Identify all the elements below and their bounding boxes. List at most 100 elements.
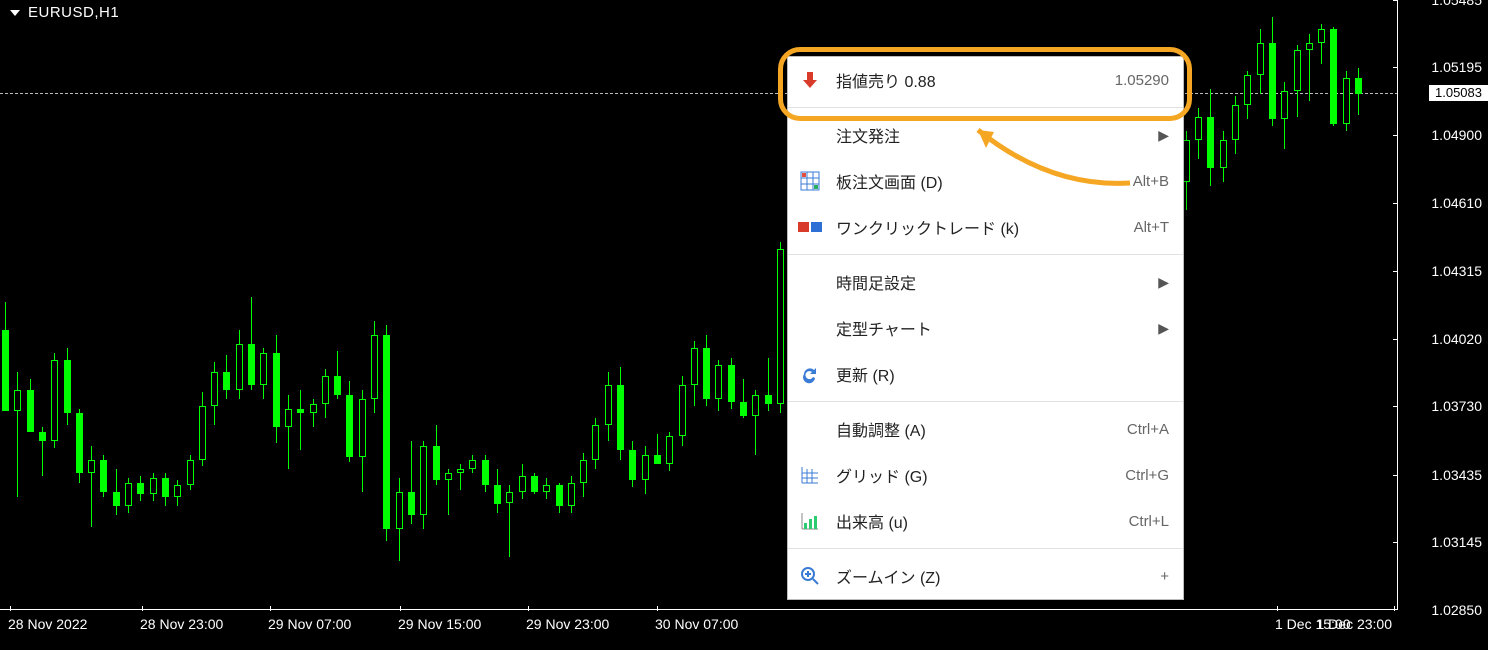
candle: [1195, 108, 1201, 159]
price-axis: 1.054851.051951.049001.046101.043151.040…: [1397, 0, 1488, 650]
menu-shortcut: 1.05290: [1115, 72, 1169, 89]
menu-label: 自動調整 (A): [836, 417, 1115, 441]
candle: [39, 427, 45, 476]
candle: [199, 392, 205, 466]
menu-shortcut: Ctrl+G: [1125, 467, 1169, 484]
candle: [100, 455, 106, 497]
menu-separator: [788, 401, 1183, 402]
menu-label: 出来高 (u): [836, 509, 1117, 533]
candle: [543, 478, 549, 499]
chevron-right-icon: ▶: [1158, 320, 1169, 337]
candle: [531, 473, 537, 494]
chevron-down-icon: [10, 10, 20, 16]
candle: [359, 390, 365, 492]
candle: [371, 321, 377, 414]
candle: [445, 469, 451, 515]
menu-item-sell-limit[interactable]: 指値売り 0.88 1.05290: [788, 57, 1183, 103]
candle: [1257, 29, 1263, 94]
price-tick: 1.03435: [1431, 467, 1482, 483]
candle: [482, 455, 488, 492]
menu-item-grid[interactable]: グリッド (G) Ctrl+G: [788, 452, 1183, 498]
candle: [1318, 24, 1324, 63]
candle: [64, 348, 70, 424]
candle: [752, 390, 758, 455]
volume-icon: [796, 507, 824, 535]
zoom-icon: [796, 562, 824, 590]
candle: [1294, 45, 1300, 117]
context-menu: 指値売り 0.881.05290注文発注▶板注文画面 (D)Alt+Bワンクリッ…: [787, 56, 1184, 600]
refresh-icon: [796, 360, 824, 388]
menu-item-volume[interactable]: 出来高 (u) Ctrl+L: [788, 498, 1183, 544]
blank-icon: [796, 121, 824, 149]
menu-shortcut: Ctrl+L: [1129, 513, 1169, 530]
menu-item-one-click[interactable]: ワンクリックトレード (k)Alt+T: [788, 204, 1183, 250]
candle: [1355, 68, 1361, 114]
candle: [666, 432, 672, 471]
candle: [310, 399, 316, 427]
menu-label: 定型チャート: [836, 316, 1146, 340]
price-tick: 1.02850: [1431, 602, 1482, 618]
candle: [2, 302, 8, 411]
menu-label: 更新 (R): [836, 362, 1169, 386]
candle: [568, 476, 574, 513]
candle: [150, 473, 156, 501]
menu-item-template[interactable]: 定型チャート ▶: [788, 305, 1183, 351]
candle: [248, 297, 254, 390]
grid-icon: [796, 461, 824, 489]
candle: [691, 341, 697, 406]
time-label: 1 Dec 23:00: [1317, 616, 1393, 632]
candle: [211, 362, 217, 425]
candle: [273, 335, 279, 444]
menu-label: 指値売り 0.88: [836, 68, 1103, 92]
candle: [1207, 89, 1213, 186]
menu-item-depth[interactable]: 板注文画面 (D) Alt+B: [788, 158, 1183, 204]
candle: [654, 434, 660, 464]
sell-arrow-icon: [796, 66, 824, 94]
menu-item-timeframe[interactable]: 時間足設定▶: [788, 259, 1183, 305]
menu-item-auto[interactable]: 自動調整 (A)Ctrl+A: [788, 406, 1183, 452]
chart-area[interactable]: EURUSD,H1: [0, 0, 1398, 610]
price-tick: 1.04610: [1431, 195, 1482, 211]
chart-title: EURUSD,H1: [28, 4, 119, 21]
menu-item-refresh[interactable]: 更新 (R): [788, 351, 1183, 397]
candle: [14, 372, 20, 497]
candle: [420, 441, 426, 529]
candle: [297, 390, 303, 450]
candle: [236, 330, 242, 399]
menu-label: 注文発注: [836, 123, 1146, 147]
candle: [1232, 96, 1238, 154]
price-line: [0, 93, 1398, 94]
candle: [408, 441, 414, 524]
price-tick: 1.05485: [1431, 0, 1482, 8]
price-tick: 1.05195: [1431, 59, 1482, 75]
candle: [1281, 82, 1287, 149]
candle: [629, 441, 635, 487]
menu-shortcut: Alt+B: [1133, 173, 1169, 190]
candle: [592, 418, 598, 469]
menu-label: ズームイン (Z): [836, 564, 1148, 588]
candle: [334, 351, 340, 400]
candle: [506, 485, 512, 557]
menu-item-zoom-in[interactable]: ズームイン (Z)+: [788, 553, 1183, 599]
menu-label: 時間足設定: [836, 270, 1146, 294]
candle: [715, 360, 721, 411]
candle: [51, 353, 57, 448]
candle: [113, 469, 119, 515]
candle: [137, 476, 143, 501]
candle: [580, 453, 586, 497]
menu-item-order[interactable]: 注文発注▶: [788, 112, 1183, 158]
candle: [162, 473, 168, 505]
oneclick-icon: [796, 213, 824, 241]
candle: [27, 379, 33, 432]
menu-label: 板注文画面 (D): [836, 169, 1121, 193]
menu-label: グリッド (G): [836, 463, 1113, 487]
price-tick: 1.03145: [1431, 534, 1482, 550]
candle: [88, 446, 94, 527]
candle: [174, 480, 180, 505]
blank-icon: [796, 415, 824, 443]
candle: [346, 381, 352, 462]
candle: [728, 358, 734, 409]
time-label: 29 Nov 07:00: [268, 616, 351, 632]
candle: [433, 425, 439, 485]
candle: [765, 358, 771, 411]
